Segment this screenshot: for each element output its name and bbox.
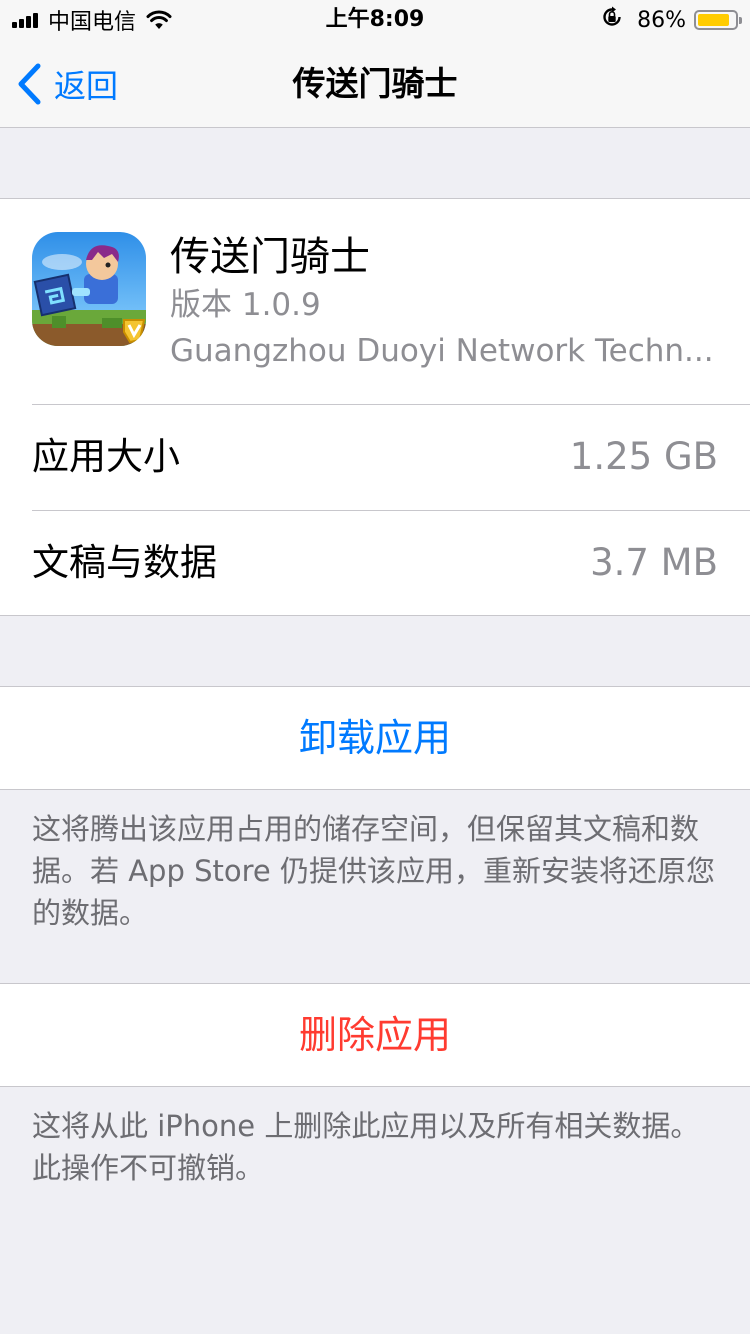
status-bar: 中国电信 上午8:09 86% — [0, 0, 750, 40]
battery-fill — [698, 14, 729, 26]
app-developer: Guangzhou Duoyi Network Techn... — [170, 333, 714, 369]
app-header: 传送门骑士 版本 1.0.9 Guangzhou Duoyi Network T… — [0, 199, 750, 404]
navigation-bar: 返回 传送门骑士 — [0, 40, 750, 128]
delete-app-button[interactable]: 删除应用 — [0, 984, 750, 1086]
app-version: 版本 1.0.9 — [170, 287, 321, 323]
chevron-left-icon — [18, 63, 41, 105]
app-size-row: 应用大小 1.25 GB — [0, 404, 750, 510]
battery-icon — [694, 10, 742, 30]
delete-footnote: 这将从此 iPhone 上删除此应用以及所有相关数据。此操作不可撤销。 — [32, 1109, 700, 1185]
back-button-label: 返回 — [54, 67, 119, 105]
delete-group: 删除应用 — [0, 983, 750, 1087]
documents-data-row: 文稿与数据 3.7 MB — [0, 510, 750, 616]
app-info-group: 传送门骑士 版本 1.0.9 Guangzhou Duoyi Network T… — [0, 198, 750, 616]
battery-percentage: 86% — [637, 7, 686, 33]
row-separator — [32, 404, 750, 405]
documents-data-value: 3.7 MB — [590, 541, 718, 584]
status-right: 86% — [601, 6, 742, 34]
app-name: 传送门骑士 — [170, 234, 370, 280]
row-separator — [32, 510, 750, 511]
orientation-lock-icon — [601, 6, 623, 34]
documents-data-label: 文稿与数据 — [32, 541, 217, 584]
app-size-value: 1.25 GB — [569, 435, 718, 478]
back-button[interactable]: 返回 — [16, 60, 118, 108]
offload-app-button[interactable]: 卸载应用 — [0, 687, 750, 789]
app-icon — [32, 232, 146, 346]
offload-group: 卸载应用 — [0, 686, 750, 790]
offload-footnote: 这将腾出该应用占用的储存空间，但保留其文稿和数据。若 App Store 仍提供… — [32, 812, 715, 930]
app-size-label: 应用大小 — [32, 435, 180, 478]
